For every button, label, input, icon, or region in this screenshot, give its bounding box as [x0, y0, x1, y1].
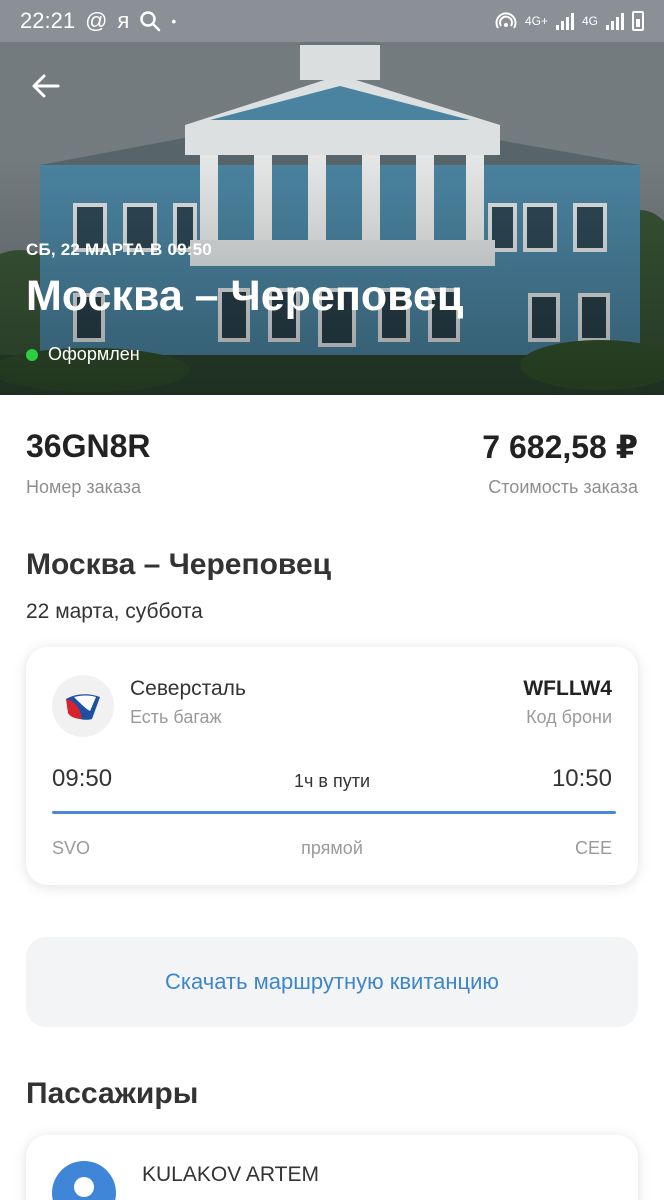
route-line [52, 811, 616, 814]
booking-code: WFLLW4 [523, 677, 612, 700]
baggage-info: Есть багаж [130, 707, 222, 727]
battery-icon [632, 11, 644, 31]
hero-shade [0, 0, 664, 395]
arrival-time: 10:50 [551, 765, 612, 792]
user-icon [74, 1177, 94, 1197]
flight-duration: 1ч в пути [294, 771, 370, 791]
notification-dot-icon: • [171, 13, 177, 29]
back-button[interactable] [28, 68, 64, 104]
signal-strength-icon [555, 12, 574, 30]
network-type-2: 4G [581, 14, 598, 28]
avatar [52, 1161, 116, 1200]
hotspot-icon [495, 12, 517, 29]
order-number-label: Номер заказа [26, 477, 142, 497]
severstal-logo-icon [66, 694, 100, 720]
arrow-left-icon [32, 74, 60, 98]
arrival-airport-code: CEE [574, 838, 612, 858]
network-type-1: 4G+ [524, 14, 548, 28]
trip-date: СБ, 22 МАРТА В 09:50 [26, 240, 212, 259]
passenger-card[interactable]: KULAKOV ARTEM [26, 1135, 638, 1200]
order-price-label: Стоимость заказа [488, 477, 638, 497]
route-date: 22 марта, суббота [26, 600, 203, 623]
at-icon: @ [85, 8, 108, 33]
search-icon [140, 11, 161, 32]
hero-banner: СБ, 22 МАРТА В 09:50 Москва – Череповец … [0, 0, 664, 395]
system-status-bar: 22:21 @ я • 4G+ 4G [0, 0, 664, 42]
airline-name: Северсталь [130, 677, 246, 700]
order-price: 7 682,58 ₽ [482, 429, 638, 465]
clock: 22:21 [20, 8, 76, 33]
trip-title: Москва – Череповец [26, 272, 464, 320]
signal-strength-2-icon [606, 12, 624, 30]
download-itinerary-button[interactable]: Скачать маршрутную квитанцию [26, 937, 638, 1027]
status-dot-icon [26, 348, 38, 361]
flight-card[interactable]: Северсталь Есть багаж WFLLW4 Код брони 0… [26, 647, 638, 885]
passenger-name: KULAKOV ARTEM [142, 1163, 320, 1186]
order-number: 36GN8R [26, 428, 151, 464]
yandex-icon: я [117, 8, 130, 33]
passengers-title: Пассажиры [26, 1077, 199, 1110]
route-title: Москва – Череповец [26, 548, 332, 581]
booking-code-label: Код брони [526, 707, 612, 727]
route-type: прямой [301, 838, 363, 858]
order-status: Оформлен [26, 344, 140, 365]
airline-logo [52, 675, 114, 737]
order-status-label: Оформлен [48, 344, 140, 364]
